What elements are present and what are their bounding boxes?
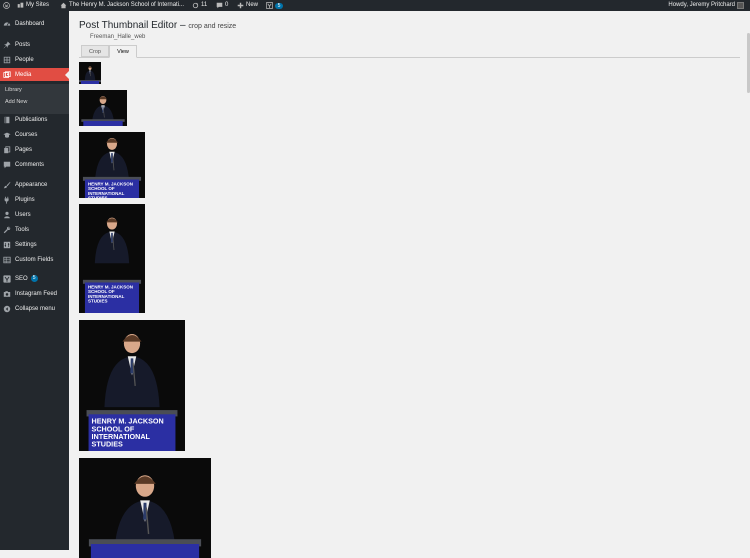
- scrollbar[interactable]: [746, 11, 750, 550]
- podium-text: STUDIES: [88, 196, 108, 198]
- menu-comments[interactable]: Comments: [0, 158, 69, 171]
- yoast-badge: 5: [275, 3, 283, 9]
- comments-count: 0: [225, 0, 228, 11]
- greeting-label: Howdy, Jeremy Pritchard: [668, 0, 735, 11]
- tabs-divider: [79, 57, 740, 58]
- menu-dashboard-label: Dashboard: [15, 21, 44, 27]
- media-icon: [3, 71, 11, 79]
- menu-comments-label: Comments: [15, 162, 44, 168]
- graduation-cap-icon: [3, 131, 11, 139]
- new-content-menu[interactable]: New: [237, 0, 258, 11]
- menu-settings-label: Settings: [15, 242, 37, 248]
- menu-tools[interactable]: Tools: [0, 223, 69, 236]
- tab-view[interactable]: View: [109, 45, 137, 58]
- comments-menu[interactable]: 0: [216, 0, 228, 11]
- plus-icon: [237, 2, 244, 9]
- menu-media[interactable]: Media: [0, 68, 69, 81]
- yoast-icon: [266, 2, 273, 9]
- collapse-icon: [3, 305, 11, 313]
- people-icon: [3, 56, 11, 64]
- podium-text: STUDIES: [92, 439, 123, 448]
- wordpress-logo-menu[interactable]: [3, 0, 10, 11]
- menu-settings[interactable]: Settings: [0, 238, 69, 251]
- page-title-dash: –: [177, 20, 188, 31]
- yoast-menu[interactable]: 5: [266, 0, 283, 11]
- menu-appearance[interactable]: Appearance: [0, 178, 69, 191]
- wordpress-icon: [3, 2, 10, 9]
- site-name-label: The Henry M. Jackson School of Internati…: [69, 0, 184, 11]
- podium-text: STUDIES: [88, 299, 108, 304]
- menu-media-label: Media: [15, 72, 31, 78]
- collapse-menu-button[interactable]: Collapse menu: [0, 302, 69, 315]
- menu-courses-label: Courses: [15, 132, 37, 138]
- menu-publications-label: Publications: [15, 117, 47, 123]
- menu-users[interactable]: Users: [0, 208, 69, 221]
- comment-icon: [216, 2, 223, 9]
- menu-custom-fields[interactable]: Custom Fields: [0, 253, 69, 266]
- thumbnail-image: HENRY M. JACKSONSCHOOL OFINTERNATIONALST…: [79, 204, 145, 313]
- settings-icon: [3, 241, 11, 249]
- my-sites-label: My Sites: [26, 0, 49, 11]
- new-label: New: [246, 0, 258, 11]
- menu-plugins[interactable]: Plugins: [0, 193, 69, 206]
- updates-count: 11: [201, 0, 207, 11]
- menu-courses[interactable]: Courses: [0, 128, 69, 141]
- user-icon: [3, 211, 11, 219]
- page-title: Post Thumbnail Editor – crop and resize: [79, 20, 236, 31]
- menu-instagram-feed[interactable]: Instagram Feed: [0, 287, 69, 300]
- paintbrush-icon: [3, 181, 11, 189]
- menu-people[interactable]: People: [0, 53, 69, 66]
- menu-publications[interactable]: Publications: [0, 113, 69, 126]
- pin-icon: [3, 41, 11, 49]
- thumbnail-image: HENRY M. JACKSONSCHOOL OFINTERNATIONALST…: [79, 132, 145, 198]
- submenu-library[interactable]: Library: [5, 87, 22, 93]
- menu-dashboard[interactable]: Dashboard: [0, 17, 69, 30]
- thumbnail-image: [79, 62, 101, 84]
- menu-pages[interactable]: Pages: [0, 143, 69, 156]
- book-icon: [3, 116, 11, 124]
- wrench-icon: [3, 226, 11, 234]
- refresh-icon: [192, 2, 199, 9]
- comment-icon: [3, 161, 11, 169]
- site-name-menu[interactable]: The Henry M. Jackson School of Internati…: [60, 0, 184, 11]
- updates-menu[interactable]: 11: [192, 0, 207, 11]
- my-account-menu[interactable]: Howdy, Jeremy Pritchard: [668, 0, 744, 11]
- avatar: [737, 2, 744, 9]
- menu-people-label: People: [15, 57, 34, 63]
- admin-sidebar: Dashboard Posts People Media Library Add…: [0, 11, 69, 550]
- my-sites-menu[interactable]: My Sites: [17, 0, 49, 11]
- menu-users-label: Users: [15, 212, 31, 218]
- table-icon: [3, 256, 11, 264]
- pages-icon: [3, 146, 11, 154]
- thumbnail-image: [79, 458, 211, 558]
- seo-badge: 5: [31, 275, 38, 282]
- tab-crop[interactable]: Crop: [81, 45, 109, 57]
- dashboard-icon: [3, 20, 11, 28]
- menu-posts-label: Posts: [15, 42, 30, 48]
- menu-seo-label: SEO: [15, 276, 28, 282]
- menu-appearance-label: Appearance: [15, 182, 47, 188]
- submenu-add-new[interactable]: Add New: [5, 99, 27, 105]
- thumbnail-image: HENRY M. JACKSONSCHOOL OFINTERNATIONALST…: [79, 320, 185, 451]
- page-subtitle: crop and resize: [188, 23, 236, 30]
- admin-bar: My Sites The Henry M. Jackson School of …: [0, 0, 750, 11]
- page-title-text: Post Thumbnail Editor: [79, 20, 177, 31]
- collapse-menu-label: Collapse menu: [15, 306, 55, 312]
- sites-icon: [17, 2, 24, 9]
- menu-seo[interactable]: SEO 5: [0, 272, 69, 285]
- menu-pages-label: Pages: [15, 147, 32, 153]
- menu-custom-fields-label: Custom Fields: [15, 257, 53, 263]
- camera-icon: [3, 290, 11, 298]
- thumbnail-image: [79, 90, 127, 126]
- yoast-icon: [3, 275, 11, 283]
- menu-posts[interactable]: Posts: [0, 38, 69, 51]
- menu-tools-label: Tools: [15, 227, 29, 233]
- home-icon: [60, 2, 67, 9]
- menu-instagram-feed-label: Instagram Feed: [15, 291, 57, 297]
- main-content: Post Thumbnail Editor – crop and resize …: [69, 11, 750, 550]
- menu-plugins-label: Plugins: [15, 197, 35, 203]
- image-filename: Freeman_Halle_web: [90, 34, 145, 40]
- plug-icon: [3, 196, 11, 204]
